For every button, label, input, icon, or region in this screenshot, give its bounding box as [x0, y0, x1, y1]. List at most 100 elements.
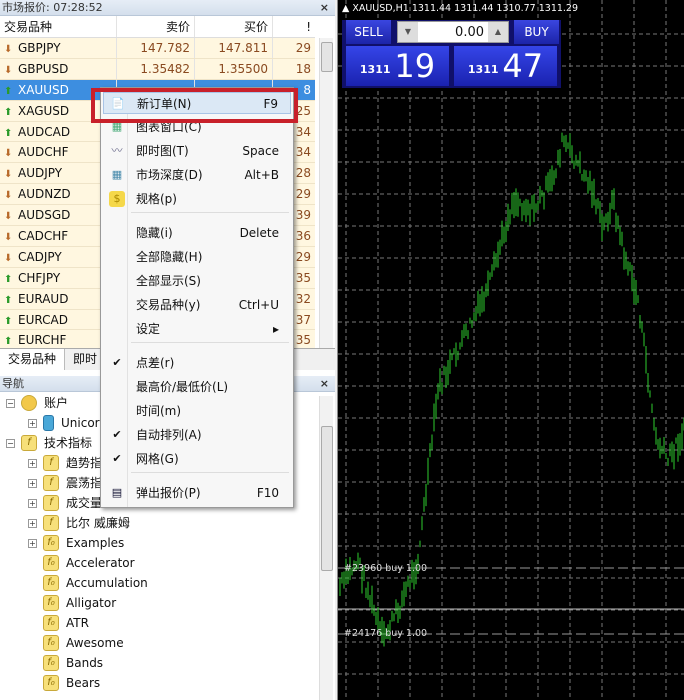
col-ask[interactable]: 买价 — [194, 16, 272, 37]
expand-icon[interactable]: + — [28, 478, 37, 488]
navigator-item[interactable]: f₀ Accelerator — [28, 553, 135, 573]
symbol: EURAUD — [18, 291, 69, 306]
highlight-box — [91, 88, 298, 123]
menu-item[interactable]: ▤ 弹出报价(P) F10 — [103, 482, 291, 504]
chart-window[interactable]: ▲ XAUUSD,H1 1311.44 1311.44 1310.77 1311… — [337, 0, 684, 700]
col-symbol[interactable]: 交易品种 — [0, 16, 116, 37]
increase-lot-icon[interactable]: ▲ — [488, 22, 508, 42]
menu-item[interactable]: 全部隐藏(H) — [103, 246, 291, 268]
scroll-thumb[interactable] — [321, 42, 333, 72]
navigator-item[interactable]: f₀ Accumulation — [28, 573, 148, 593]
indicator-icon: f — [43, 475, 59, 491]
navigator-item[interactable]: f₀ Alligator — [28, 593, 116, 613]
arrow-up-icon: ⬆ — [4, 127, 13, 139]
navigator-item-label: 比尔 威廉姆 — [66, 516, 130, 530]
menu-item[interactable]: 〰即时图(T) Space — [103, 140, 291, 162]
order-label[interactable]: #23960 buy 1.00 — [344, 563, 427, 574]
indicator-icon: f — [43, 515, 59, 531]
navigator-title: 导航 — [2, 377, 24, 390]
decrease-lot-icon[interactable]: ▼ — [398, 22, 418, 42]
buy-button[interactable]: BUY — [514, 20, 559, 44]
navigator-item[interactable]: − 账户 — [6, 393, 68, 413]
expand-icon[interactable]: + — [28, 518, 37, 528]
menu-separator — [131, 472, 289, 473]
close-icon[interactable]: × — [320, 0, 329, 16]
expand-icon[interactable]: + — [28, 418, 37, 428]
menu-item-shortcut: Alt+B — [244, 168, 279, 182]
arrow-up-icon: ⬆ — [4, 106, 13, 118]
expand-icon[interactable]: + — [28, 458, 37, 468]
menu-item[interactable]: 时间(m) — [103, 400, 291, 422]
navigator-item[interactable]: f₀ ATR — [28, 613, 89, 633]
navigator-item[interactable]: + f 成交量 — [28, 493, 102, 513]
scroll-thumb[interactable] — [321, 426, 333, 571]
menu-item[interactable]: 最高价/最低价(L) — [103, 376, 291, 398]
menu-item[interactable]: ✔ 网格(G) — [103, 448, 291, 470]
market-row[interactable]: ⬇ GBPJPY 147.782 147.811 29 — [0, 38, 315, 59]
navigator-item[interactable]: + f 趋势指 — [28, 453, 102, 473]
market-watch-scrollbar[interactable] — [319, 38, 333, 348]
menu-item-shortcut: Ctrl+U — [238, 298, 279, 312]
sell-button[interactable]: SELL — [346, 20, 391, 44]
order-label[interactable]: #24176 buy 1.00 — [344, 628, 427, 639]
sell-price-prefix: 1311 — [359, 63, 391, 76]
navigator-item-label: 趋势指 — [66, 456, 103, 470]
navigator-item[interactable]: + f 比尔 威廉姆 — [28, 513, 130, 533]
navigator-item[interactable]: + Unicor — [28, 413, 100, 433]
sell-price-button[interactable]: 1311 19 — [346, 46, 449, 86]
tab-symbols[interactable]: 交易品种 — [0, 349, 66, 370]
buy-price-button[interactable]: 1311 47 — [454, 46, 557, 86]
navigator-item[interactable]: f₀ Bears — [28, 673, 100, 693]
buy-price-prefix: 1311 — [467, 63, 499, 76]
market-row[interactable]: ⬇ GBPUSD 1.35482 1.35500 18 — [0, 58, 315, 80]
menu-item[interactable]: ▦ 市场深度(D) Alt+B — [103, 164, 291, 186]
close-icon[interactable]: × — [320, 376, 329, 392]
menu-item[interactable]: 全部显示(S) — [103, 270, 291, 292]
expand-icon[interactable]: + — [28, 538, 37, 548]
menu-item[interactable]: 交易品种(y) Ctrl+U — [103, 294, 291, 316]
menu-item[interactable]: 隐藏(i) Delete — [103, 222, 291, 244]
navigator-scrollbar[interactable] — [319, 396, 333, 700]
ask-cell: 147.811 — [194, 38, 272, 58]
menu-item-label: 即时图(T) — [136, 144, 189, 158]
arrow-up-icon: ⬆ — [4, 85, 13, 97]
menu-item[interactable]: 设定 ▸ — [103, 318, 291, 340]
symbol: CADCHF — [18, 229, 69, 244]
bid-cell: 147.782 — [116, 38, 194, 58]
expand-icon[interactable]: + — [28, 498, 37, 508]
navigator-item[interactable]: + f₀ Examples — [28, 533, 124, 553]
navigator-item-label: 技术指标 — [44, 436, 93, 450]
col-bid[interactable]: 卖价 — [116, 16, 194, 37]
collapse-icon[interactable]: − — [6, 398, 15, 408]
lot-stepper[interactable]: ▼ 0.00 ▲ — [397, 21, 509, 43]
arrow-up-icon: ⬆ — [4, 294, 13, 306]
indicator-icon: f₀ — [43, 555, 59, 571]
symbol: GBPJPY — [18, 41, 61, 55]
symbol-cell: ⬆ AUDCAD — [0, 122, 116, 142]
menu-item-label: 点差(r) — [136, 356, 175, 370]
lot-input[interactable]: 0.00 — [418, 25, 488, 40]
menu-item[interactable]: ✔ 点差(r) — [103, 352, 291, 374]
indicator-icon: f — [43, 455, 59, 471]
menu-item[interactable]: $ 规格(p) — [103, 188, 291, 210]
symbol-cell: ⬇ CADJPY — [0, 247, 116, 267]
checkmark-icon: ✔ — [112, 452, 122, 465]
menu-item-label: 最高价/最低价(L) — [136, 380, 229, 394]
menu-item-label: 规格(p) — [136, 192, 177, 206]
spec-icon: $ — [109, 191, 125, 207]
market-watch-header: 交易品种 卖价 买价 ! — [0, 16, 315, 38]
navigator-item[interactable]: − f 技术指标 — [6, 433, 92, 453]
collapse-icon[interactable]: − — [6, 438, 15, 448]
navigator-item[interactable]: + f 震荡指 — [28, 473, 102, 493]
indicator-icon: f₀ — [43, 535, 59, 551]
navigator-item[interactable]: f₀ Bands — [28, 653, 103, 673]
menu-item[interactable]: ✔ 自动排列(A) — [103, 424, 291, 446]
navigator-item-label: Accumulation — [66, 576, 148, 590]
symbol-cell: ⬇ CADCHF — [0, 226, 116, 246]
col-spread[interactable]: ! — [272, 16, 315, 37]
menu-item-shortcut: Space — [242, 144, 279, 158]
symbol-cell: ⬇ AUDCHF — [0, 142, 116, 162]
indicator-icon: f₀ — [43, 615, 59, 631]
symbol: AUDNZD — [18, 187, 71, 202]
navigator-item[interactable]: f₀ Awesome — [28, 633, 124, 653]
